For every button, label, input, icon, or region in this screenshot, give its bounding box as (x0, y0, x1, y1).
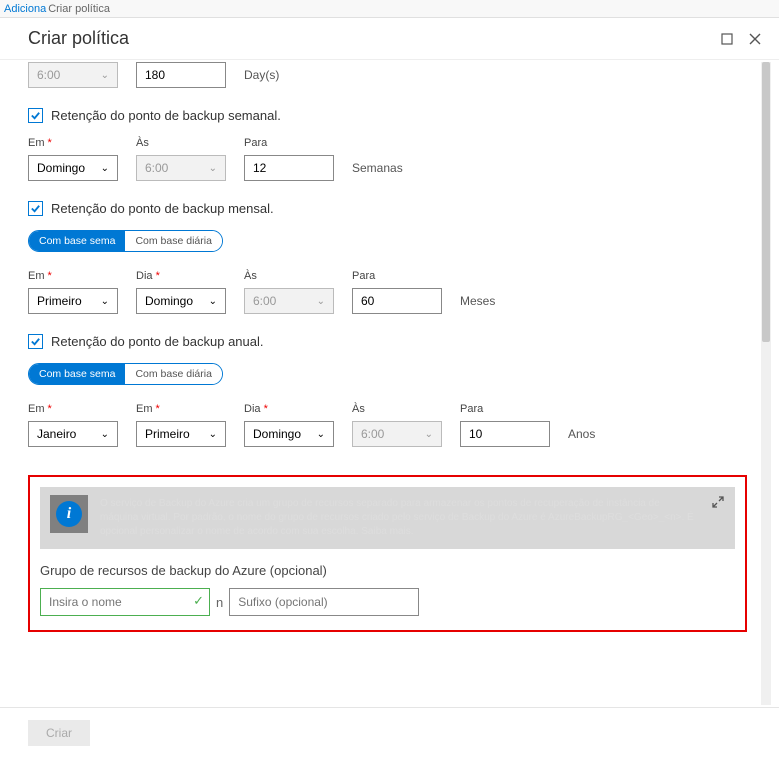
expand-icon[interactable] (711, 495, 725, 514)
close-icon[interactable] (747, 31, 763, 47)
monthly-em-select[interactable]: Primeiro⌄ (28, 288, 118, 314)
monthly-checkbox-row: Retenção do ponto de backup mensal. (28, 201, 747, 216)
monthly-pill-weekly[interactable]: Com base sema (29, 231, 125, 251)
yearly-para-input[interactable] (460, 421, 550, 447)
weekly-unit-label: Semanas (352, 161, 403, 181)
content-area: 6:00⌄ Day(s) Retenção do ponto de backup… (0, 60, 755, 707)
breadcrumb-current: Criar política (48, 3, 110, 15)
yearly-basis-toggle[interactable]: Com base sema Com base diária (28, 363, 223, 385)
weekly-checkbox[interactable] (28, 108, 43, 123)
weekly-as-select: 6:00⌄ (136, 155, 226, 181)
scrollbar[interactable] (761, 62, 771, 705)
yearly-checkbox[interactable] (28, 334, 43, 349)
breadcrumb-prev[interactable]: Adiciona (4, 3, 46, 15)
monthly-dia-select[interactable]: Domingo⌄ (136, 288, 226, 314)
resource-group-section: i O serviço de Backup do Azure cria um g… (28, 475, 747, 632)
info-text: O serviço de Backup do Azure cria um gru… (88, 495, 725, 541)
info-icon: i (50, 495, 88, 533)
page-title: Criar política (28, 28, 707, 49)
info-banner: i O serviço de Backup do Azure cria um g… (40, 487, 735, 549)
monthly-as-label: Às (244, 270, 334, 282)
daily-time-select: 6:00⌄ (28, 62, 118, 88)
rg-name-input[interactable] (40, 588, 210, 616)
yearly-em2-label: Em (136, 403, 226, 415)
monthly-em-label: Em (28, 270, 118, 282)
rg-separator: n (216, 595, 223, 610)
breadcrumb: Adiciona Criar política (0, 0, 779, 18)
monthly-pill-daily[interactable]: Com base diária (125, 231, 221, 251)
monthly-basis-toggle[interactable]: Com base sema Com base diária (28, 230, 223, 252)
yearly-dia-select[interactable]: Domingo⌄ (244, 421, 334, 447)
monthly-title: Retenção do ponto de backup mensal. (51, 201, 274, 216)
weekly-checkbox-row: Retenção do ponto de backup semanal. (28, 108, 747, 123)
rg-suffix-input[interactable] (229, 588, 419, 616)
weekly-as-label: Às (136, 137, 226, 149)
yearly-dia-label: Dia (244, 403, 334, 415)
monthly-para-label: Para (352, 270, 442, 282)
yearly-pill-weekly[interactable]: Com base sema (29, 364, 125, 384)
monthly-as-select: 6:00⌄ (244, 288, 334, 314)
weekly-para-input[interactable] (244, 155, 334, 181)
yearly-pill-daily[interactable]: Com base diária (125, 364, 221, 384)
weekly-em-label: Em (28, 137, 118, 149)
yearly-unit-label: Anos (568, 427, 595, 447)
monthly-para-input[interactable] (352, 288, 442, 314)
daily-days-input[interactable] (136, 62, 226, 88)
yearly-para-label: Para (460, 403, 550, 415)
yearly-em-label: Em (28, 403, 118, 415)
footer: Criar (0, 707, 779, 757)
yearly-em2-select[interactable]: Primeiro⌄ (136, 421, 226, 447)
monthly-checkbox[interactable] (28, 201, 43, 216)
rg-section-label: Grupo de recursos de backup do Azure (op… (40, 563, 735, 578)
scrollbar-thumb[interactable] (762, 62, 770, 342)
create-button[interactable]: Criar (28, 720, 90, 746)
monthly-dia-label: Dia (136, 270, 226, 282)
weekly-title: Retenção do ponto de backup semanal. (51, 108, 281, 123)
yearly-as-select: 6:00⌄ (352, 421, 442, 447)
weekly-em-select[interactable]: Domingo⌄ (28, 155, 118, 181)
yearly-em-select[interactable]: Janeiro⌄ (28, 421, 118, 447)
yearly-title: Retenção do ponto de backup anual. (51, 334, 264, 349)
yearly-checkbox-row: Retenção do ponto de backup anual. (28, 334, 747, 349)
restore-icon[interactable] (719, 31, 735, 47)
monthly-unit-label: Meses (460, 294, 495, 314)
daily-unit-label: Day(s) (244, 68, 279, 88)
weekly-para-label: Para (244, 137, 334, 149)
blade-header: Criar política (0, 18, 779, 60)
yearly-as-label: Às (352, 403, 442, 415)
